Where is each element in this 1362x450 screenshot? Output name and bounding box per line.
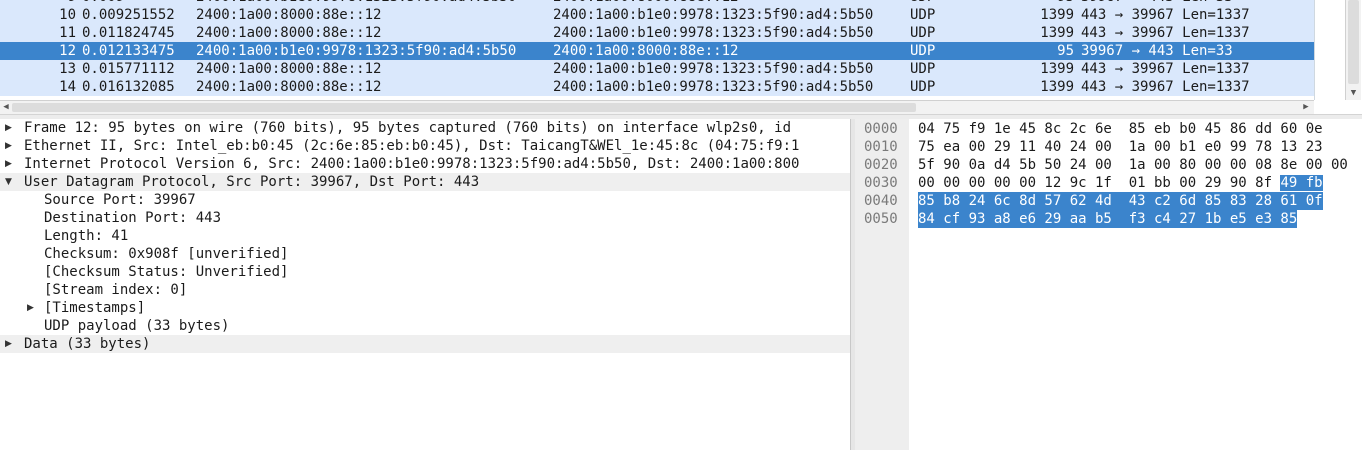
packet-protocol: UDP [910,61,936,77]
hex-bytes-selected: 49 fb [1280,175,1323,191]
tree-item-label: User Datagram Protocol, Src Port: 39967,… [24,174,480,190]
expand-arrow-icon[interactable]: ▶ [5,155,15,173]
packet-row[interactable]: 14 0.016132085 2400:1a00:8000:88e::12 2400:… [0,78,1314,96]
horizontal-scrollbar[interactable]: ◀ ▶ [0,100,1314,114]
tree-item-label: Source Port: 39967 [44,192,196,208]
hex-bytes-line[interactable]: 5f 90 0a d4 5b 50 24 00 1a 00 80 00 00 0… [918,156,1348,174]
tree-item-stream-index[interactable]: [Stream index: 0] [0,281,850,299]
packet-no: 10 [59,7,76,23]
packet-destination: 2400:1a00:8000:88e::12 [553,43,739,59]
packet-length: 1399 [1040,61,1074,77]
packet-row[interactable]: 13 0.015771112 2400:1a00:8000:88e::12 2400:… [0,60,1314,78]
packet-no: 11 [59,25,76,41]
packet-time: 0.009251552 [82,7,175,23]
packet-time: 0.011824745 [82,25,175,41]
hex-bytes-line-selected[interactable]: 85 b8 24 6c 8d 57 62 4d 43 c2 6d 85 83 2… [918,192,1323,210]
hex-bytes-unselected: 00 00 00 00 00 12 9c 1f 01 bb 00 29 90 8… [918,175,1281,191]
packet-protocol: UDP [910,25,936,41]
packet-destination: 2400:1a00:b1e0:9978:1323:5f90:ad4:5b50 [553,79,874,95]
hex-bytes-line[interactable]: 75 ea 00 29 11 40 24 00 1a 00 b1 e0 99 7… [918,138,1323,156]
packet-row[interactable]: 11 0.011824745 2400:1a00:8000:88e::12 2400:… [0,24,1314,42]
hex-bytes-line[interactable]: 04 75 f9 1e 45 8c 2c 6e 85 eb b0 45 86 d… [918,120,1323,138]
tree-item-label: [Timestamps] [44,300,146,316]
tree-item-length[interactable]: Length: 41 [0,227,850,245]
vertical-scrollbar-thumb[interactable] [1348,0,1359,84]
packet-row[interactable]: 12 0.012133475 2400:1a00:b1e0:9978:1323:5f… [0,42,1314,60]
horizontal-scrollbar-thumb[interactable] [12,103,916,112]
packet-length: 1399 [1040,7,1074,23]
hex-bytes-line-selected[interactable]: 84 cf 93 a8 e6 29 aa b5 f3 c4 27 1b e5 e… [918,210,1298,228]
packet-protocol: UDP [910,43,936,59]
scroll-down-arrow-icon[interactable]: ▼ [1348,88,1359,98]
tree-item-checksum[interactable]: Checksum: 0x908f [unverified] [0,245,850,263]
packet-time: 0.016132085 [82,79,175,95]
packet-source: 2400:1a00:8000:88e::12 [196,61,382,77]
tree-item-label: UDP payload (33 bytes) [44,318,230,334]
tree-item-frame[interactable]: ▶ Frame 12: 95 bytes on wire (760 bits),… [0,119,850,137]
tree-item-label: Destination Port: 443 [44,210,222,226]
packet-bytes-pane[interactable]: 0000 0010 0020 0030 0040 0050 04 75 f9 1… [855,119,1362,450]
packet-source: 2400:1a00:8000:88e::12 [196,25,382,41]
packet-source: 2400:1a00:8000:88e::12 [196,7,382,23]
packet-list-vertical-scroll-area: ▼ [1314,0,1362,100]
packet-source: 2400:1a00:8000:88e::12 [196,79,382,95]
expand-arrow-icon[interactable]: ▶ [5,137,15,155]
hex-bytes-line[interactable]: 00 00 00 00 00 12 9c 1f 01 bb 00 29 90 8… [918,174,1323,192]
packet-no: 12 [59,43,76,59]
tree-item-label: Length: 41 [44,228,129,244]
packet-row[interactable]: 10 0.009251552 2400:1a00:8000:88e::12 2400:… [0,6,1314,24]
packet-destination: 2400:1a00:b1e0:9978:1323:5f90:ad4:5b50 [553,25,874,41]
hex-offset: 0020 [864,157,898,173]
tree-item-label: Internet Protocol Version 6, Src: 2400:1… [24,156,800,172]
collapse-arrow-icon[interactable]: ▼ [5,173,15,191]
tree-item-src-port[interactable]: Source Port: 39967 [0,191,850,209]
expand-arrow-icon[interactable]: ▶ [5,335,15,353]
tree-item-label: Frame 12: 95 bytes on wire (760 bits), 9… [24,120,792,136]
packet-list[interactable]: 90.0092400:1a00:b1e0:9978:1323:5f90:ad4:… [0,0,1362,100]
packet-no: 14 [59,79,76,95]
scroll-left-arrow-icon[interactable]: ◀ [0,101,12,114]
tree-item-ipv6[interactable]: ▶ Internet Protocol Version 6, Src: 2400… [0,155,850,173]
hex-offset: 0040 [864,193,898,209]
packet-destination: 2400:1a00:b1e0:9978:1323:5f90:ad4:5b50 [553,7,874,23]
packet-protocol: UDP [910,79,936,95]
hex-offset: 0030 [864,175,898,191]
expand-arrow-icon[interactable]: ▶ [27,299,37,317]
packet-length: 1399 [1040,79,1074,95]
packet-info: 443 → 39967 Len=1337 [1081,25,1250,41]
packet-info: 443 → 39967 Len=1337 [1081,79,1250,95]
hex-offset: 0000 [864,121,898,137]
tree-item-label: Ethernet II, Src: Intel_eb:b0:45 (2c:6e:… [24,138,800,154]
packet-no: 13 [59,61,76,77]
tree-item-dst-port[interactable]: Destination Port: 443 [0,209,850,227]
tree-item-checksum-status[interactable]: [Checksum Status: Unverified] [0,263,850,281]
hex-offset: 0050 [864,211,898,227]
packet-length: 95 [1057,43,1074,59]
offset-gutter: 0000 0010 0020 0030 0040 0050 [855,119,909,450]
packet-info: 443 → 39967 Len=1337 [1081,7,1250,23]
tree-item-label: [Checksum Status: Unverified] [44,264,289,280]
packet-info: 39967 → 443 Len=33 [1081,43,1233,59]
tree-item-ethernet[interactable]: ▶ Ethernet II, Src: Intel_eb:b0:45 (2c:6… [0,137,850,155]
hex-offset: 0010 [864,139,898,155]
tree-item-udp[interactable]: ▼ User Datagram Protocol, Src Port: 3996… [0,173,850,191]
packet-time: 0.012133475 [82,43,175,59]
tree-item-label: Checksum: 0x908f [unverified] [44,246,289,262]
tree-item-data[interactable]: ▶ Data (33 bytes) [0,335,850,353]
vertical-scrollbar[interactable]: ▼ [1345,0,1361,100]
tree-item-label: Data (33 bytes) [24,336,151,352]
packet-details-tree[interactable]: ▶ Frame 12: 95 bytes on wire (760 bits),… [0,119,851,450]
tree-item-timestamps[interactable]: ▶ [Timestamps] [0,299,850,317]
packet-source: 2400:1a00:b1e0:9978:1323:5f90:ad4:5b50 [196,43,517,59]
packet-destination: 2400:1a00:b1e0:9978:1323:5f90:ad4:5b50 [553,61,874,77]
packet-length: 1399 [1040,25,1074,41]
packet-info: 443 → 39967 Len=1337 [1081,61,1250,77]
packet-rows: 90.0092400:1a00:b1e0:9978:1323:5f90:ad4:… [0,0,1314,96]
scroll-right-arrow-icon[interactable]: ▶ [1300,101,1312,114]
expand-arrow-icon[interactable]: ▶ [5,119,15,137]
packet-time: 0.015771112 [82,61,175,77]
tree-item-udp-payload[interactable]: UDP payload (33 bytes) [0,317,850,335]
packet-protocol: UDP [910,7,936,23]
tree-item-label: [Stream index: 0] [44,282,188,298]
